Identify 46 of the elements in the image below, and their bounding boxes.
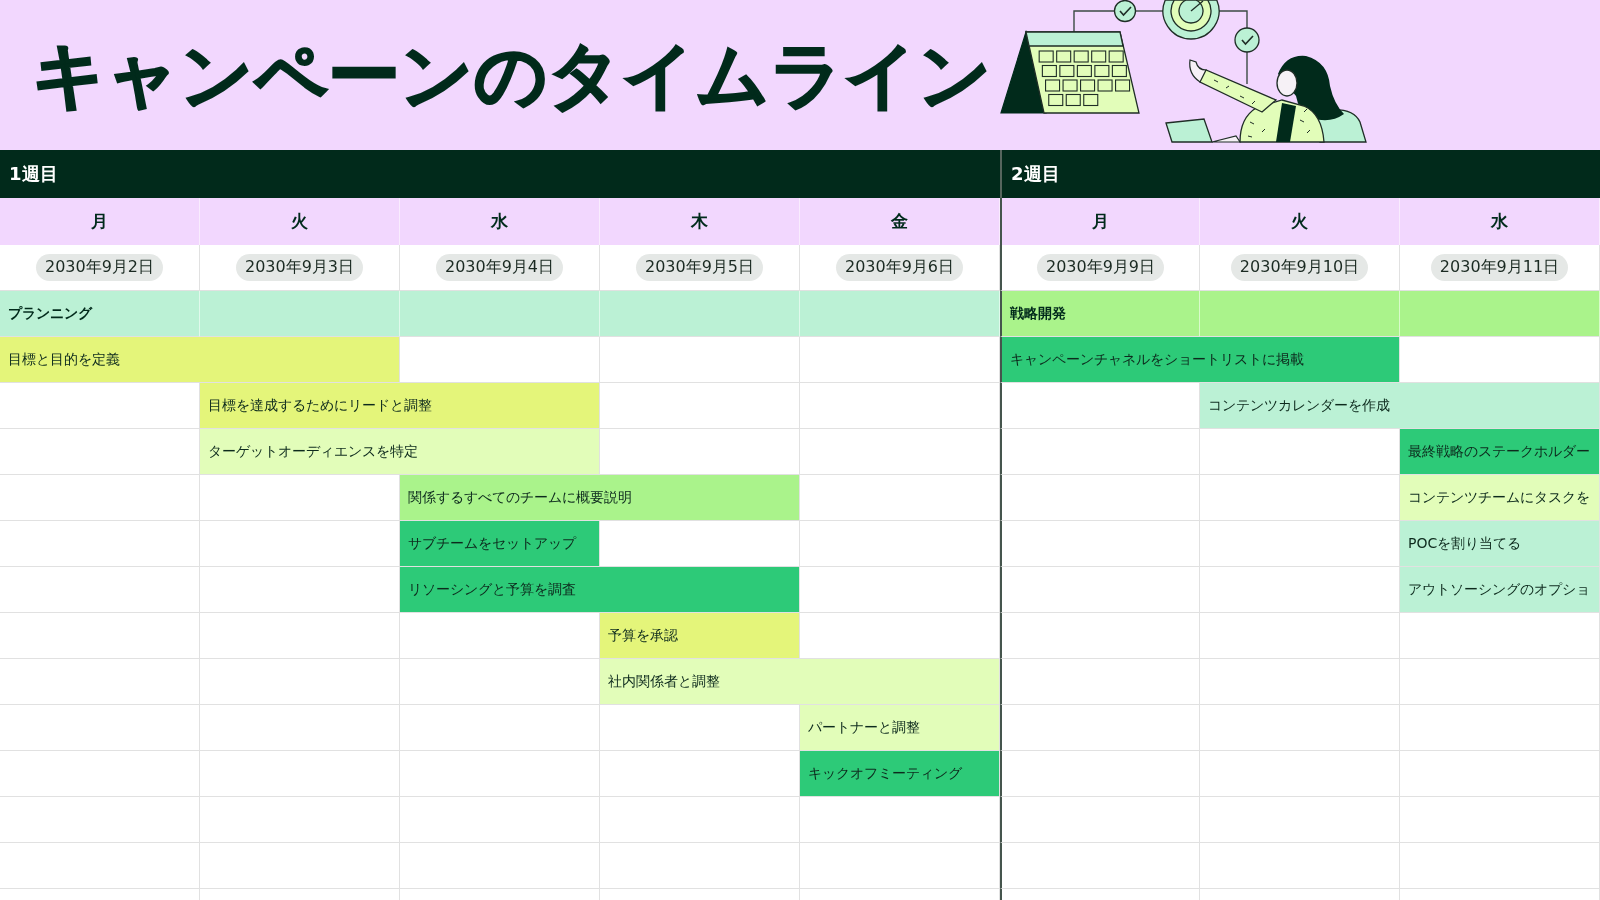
task-bar: 社内関係者と調整 <box>600 659 1000 705</box>
task-bar: リソーシングと予算を調査 <box>400 567 800 613</box>
date-chip: 2030年9月3日 <box>235 254 364 281</box>
date-chip: 2030年9月9日 <box>1036 254 1165 281</box>
task-bar: 予算を承認 <box>600 613 800 659</box>
task-bar: 目標と目的を定義 <box>0 337 400 383</box>
check-icon <box>1234 27 1260 53</box>
connector-line <box>1246 51 1248 85</box>
check-icon <box>1113 0 1137 23</box>
date-chip: 2030年9月6日 <box>835 254 964 281</box>
page-title: キャンペーンのタイムライン <box>32 33 992 117</box>
task-bar: サブチームをセットアップ <box>400 521 600 567</box>
target-icon <box>1162 0 1220 40</box>
connector-line <box>1073 10 1116 33</box>
date-chip: 2030年9月5日 <box>635 254 764 281</box>
task-bar: コンテンツチームにタスクを <box>1400 475 1600 521</box>
phase-cell: 戦略開発 <box>1000 291 1200 337</box>
connector-line <box>1218 10 1248 29</box>
day-header: 火 <box>200 198 400 245</box>
task-bar: キックオフミーティング <box>800 751 1000 797</box>
week-header: 1週目 <box>0 150 1000 198</box>
day-header: 金 <box>800 198 1000 245</box>
day-header: 木 <box>600 198 800 245</box>
date-chip: 2030年9月2日 <box>35 254 164 281</box>
task-bar: 目標を達成するためにリードと調整 <box>200 383 600 429</box>
date-chip: 2030年9月11日 <box>1430 254 1569 281</box>
date-chip: 2030年9月4日 <box>435 254 564 281</box>
day-header: 水 <box>400 198 600 245</box>
day-header: 月 <box>1000 198 1200 245</box>
laptop-icon <box>1165 118 1242 143</box>
task-bar: パートナーと調整 <box>800 705 1000 751</box>
calendar-icon <box>1000 29 1140 114</box>
day-header: 水 <box>1400 198 1600 245</box>
connector-line <box>1134 10 1164 12</box>
task-bar: アウトソーシングのオプショ <box>1400 567 1600 613</box>
task-bar: コンテンツカレンダーを作成 <box>1200 383 1600 429</box>
task-bar: POCを割り当てる <box>1400 521 1600 567</box>
task-bar: 関係するすべてのチームに概要説明 <box>400 475 800 521</box>
day-header: 月 <box>0 198 200 245</box>
task-bar: 最終戦略のステークホルダー <box>1400 429 1600 475</box>
phase-cell: プランニング <box>0 291 200 337</box>
day-header: 火 <box>1200 198 1400 245</box>
task-bar: ターゲットオーディエンスを特定 <box>200 429 600 475</box>
task-bar: キャンペーンチャネルをショートリストに掲載 <box>1000 337 1400 383</box>
week-header: 2週目 <box>1000 150 1600 198</box>
date-chip: 2030年9月10日 <box>1230 254 1369 281</box>
